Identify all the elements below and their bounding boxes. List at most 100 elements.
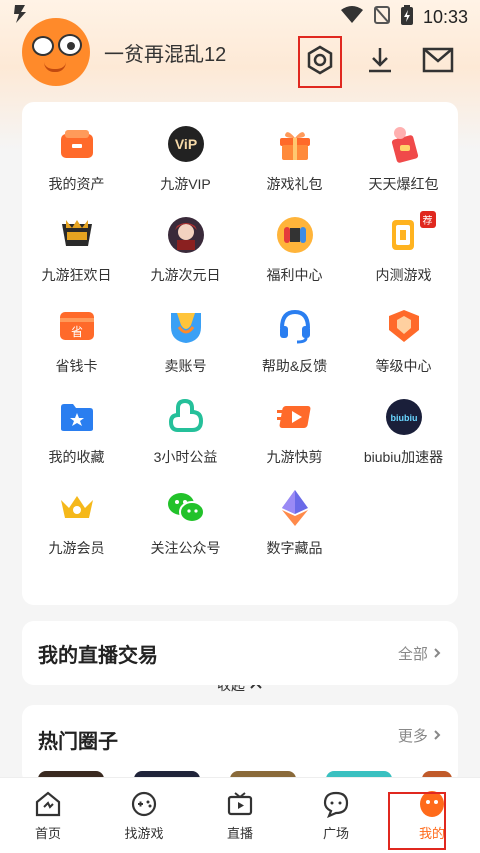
tab-mine[interactable]: 我的 — [384, 778, 480, 853]
tab-label: 广场 — [322, 826, 349, 841]
grid-item-label: 3小时公益 — [153, 449, 218, 465]
carnival-icon — [57, 215, 97, 255]
console-icon — [275, 215, 315, 255]
section-title: 热门圈子 — [38, 731, 118, 753]
grid-item-label: 九游VIP — [160, 176, 211, 192]
grid-item-nft[interactable]: 数字藏品 — [240, 480, 349, 571]
more-link[interactable]: 更多 — [398, 725, 442, 746]
grid-item-label: 福利中心 — [266, 267, 323, 283]
wechat-icon — [166, 488, 206, 528]
more-label: 更多 — [397, 728, 428, 745]
chat-icon — [321, 789, 351, 819]
crown-icon — [57, 488, 97, 528]
ethereum-icon — [275, 488, 315, 528]
grid-item-anime[interactable]: 九游次元日 — [131, 207, 240, 298]
chevron-right-icon — [432, 728, 442, 745]
wallet-icon — [57, 124, 97, 164]
grid-item-red-packet[interactable]: 天天爆红包 — [349, 116, 458, 207]
folder-star-icon — [57, 397, 97, 437]
mail-icon — [422, 47, 454, 78]
profile-header[interactable]: 一贫再混乱12 — [22, 18, 226, 86]
video-edit-icon — [275, 397, 315, 437]
section-title: 我的直播交易 — [38, 644, 158, 667]
battery-charging-icon — [400, 4, 413, 30]
username[interactable]: 一贫再混乱12 — [104, 38, 226, 67]
grid-item-label: 天天爆红包 — [368, 176, 439, 192]
avatar[interactable] — [22, 18, 90, 86]
grid-item-label: 内测游戏 — [375, 267, 432, 283]
grid-item-membership[interactable]: 九游会员 — [22, 480, 131, 571]
grid-item-label: 九游会员 — [48, 540, 105, 556]
grid-item-label: 九游快剪 — [266, 449, 323, 465]
grid-item-label: 省钱卡 — [55, 358, 98, 374]
grid-item-carnival[interactable]: 九游狂欢日 — [22, 207, 131, 298]
grid-item-level[interactable]: 等级中心 — [349, 298, 458, 389]
feature-grid: 我的资产 ViP 九游VIP 游戏礼包 天天爆红包 九游狂欢日 九游次元日 福利… — [22, 116, 458, 571]
gamepad-icon — [129, 789, 159, 819]
svg-text:ViP: ViP — [174, 136, 196, 152]
settings-button[interactable] — [298, 36, 342, 88]
messages-button[interactable] — [418, 38, 458, 86]
grid-item-charity[interactable]: 3小时公益 — [131, 389, 240, 480]
gear-icon — [304, 44, 336, 81]
tab-square[interactable]: 广场 — [288, 778, 384, 853]
download-icon — [365, 45, 395, 80]
grid-item-label: 等级中心 — [375, 358, 432, 374]
grid-item-favorites[interactable]: 我的收藏 — [22, 389, 131, 480]
download-button[interactable] — [360, 38, 400, 86]
headset-icon — [275, 306, 315, 346]
tab-home[interactable]: 首页 — [0, 778, 96, 853]
chevron-right-icon — [432, 646, 442, 663]
svg-text:省: 省 — [70, 325, 82, 339]
tv-icon — [225, 789, 255, 819]
tab-live[interactable]: 直播 — [192, 778, 288, 853]
beta-icon: 荐 — [384, 211, 436, 255]
view-all-label: 全部 — [397, 645, 428, 663]
grid-item-label: 我的资产 — [48, 176, 105, 192]
grid-item-label: 我的收藏 — [48, 449, 105, 465]
grid-item-label: 帮助&反馈 — [261, 358, 328, 374]
live-trading-card[interactable]: 我的直播交易 全部 — [22, 621, 458, 685]
grid-item-label: biubiu加速器 — [363, 449, 444, 465]
grid-item-assets[interactable]: 我的资产 — [22, 116, 131, 207]
tab-find-games[interactable]: 找游戏 — [96, 778, 192, 853]
anime-icon — [166, 215, 206, 255]
view-all-link[interactable]: 全部 — [398, 643, 442, 664]
level-icon — [384, 306, 424, 346]
trade-icon — [166, 306, 206, 346]
grid-item-gift[interactable]: 游戏礼包 — [240, 116, 349, 207]
gift-icon — [275, 124, 315, 164]
grid-item-beta[interactable]: 荐 内测游戏 — [349, 207, 458, 298]
svg-text:biubiu: biubiu — [390, 413, 417, 423]
clock: 10:33 — [422, 6, 468, 27]
highlight-box — [388, 792, 446, 850]
grid-item-wechat[interactable]: 关注公众号 — [131, 480, 240, 571]
wifi-icon — [340, 5, 363, 29]
recommend-badge: 荐 — [419, 211, 436, 228]
grid-item-label: 游戏礼包 — [266, 176, 323, 192]
tab-label: 找游戏 — [124, 826, 164, 841]
grid-item-label: 关注公众号 — [150, 540, 221, 556]
grid-item-sell-account[interactable]: 卖账号 — [131, 298, 240, 389]
tab-label: 首页 — [34, 826, 61, 841]
accelerator-icon: biubiu — [384, 397, 424, 437]
feature-grid-card: 我的资产 ViP 九游VIP 游戏礼包 天天爆红包 九游狂欢日 九游次元日 福利… — [22, 102, 458, 693]
red-packet-icon — [384, 124, 424, 164]
grid-item-label: 卖账号 — [164, 358, 207, 374]
grid-item-help[interactable]: 帮助&反馈 — [240, 298, 349, 389]
vip-icon: ViP — [166, 124, 206, 164]
top-actions — [298, 36, 458, 88]
grid-item-label: 九游次元日 — [150, 267, 221, 283]
bottom-tab-bar: 首页 找游戏 直播 广场 我的 — [0, 777, 480, 853]
grid-item-vip[interactable]: ViP 九游VIP — [131, 116, 240, 207]
tab-label: 直播 — [226, 826, 253, 841]
grid-item-quick-edit[interactable]: 九游快剪 — [240, 389, 349, 480]
grid-item-accelerator[interactable]: biubiu biubiu加速器 — [349, 389, 458, 480]
grid-item-label: 九游狂欢日 — [41, 267, 112, 283]
charity-icon — [166, 397, 206, 437]
grid-item-welfare[interactable]: 福利中心 — [240, 207, 349, 298]
no-sim-icon — [373, 5, 391, 29]
grid-item-saving-card[interactable]: 省 省钱卡 — [22, 298, 131, 389]
home-icon — [33, 789, 63, 819]
card-icon: 省 — [57, 306, 97, 346]
